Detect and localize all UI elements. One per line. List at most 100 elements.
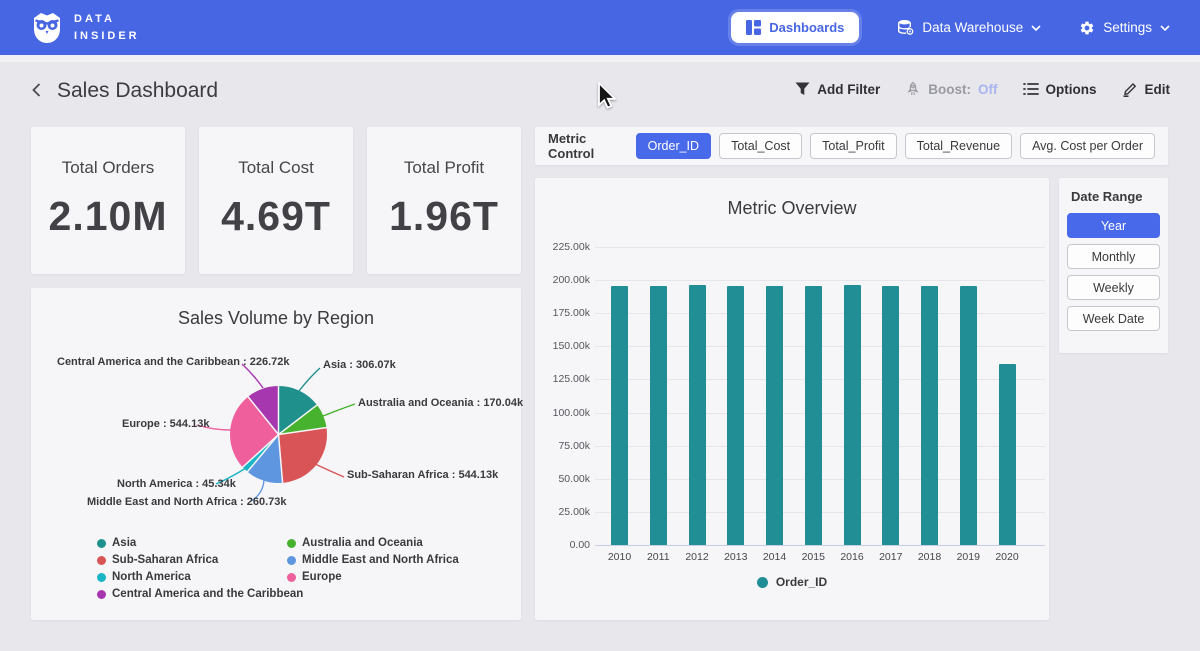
bar-2013[interactable] — [727, 286, 744, 545]
chevron-down-icon — [1160, 25, 1170, 31]
brand-line1: DATA — [74, 11, 140, 28]
date-range-week-date-button[interactable]: Week Date — [1067, 306, 1160, 331]
back-button[interactable] — [26, 80, 48, 102]
add-filter-button[interactable]: Add Filter — [795, 82, 880, 97]
bar-2012[interactable] — [689, 285, 706, 545]
x-axis-tick-label: 2014 — [755, 551, 795, 563]
legend-item-label: Australia and Oceania — [302, 537, 423, 549]
metric-option-avg-cost-per-order[interactable]: Avg. Cost per Order — [1020, 133, 1155, 159]
legend-dot — [757, 577, 768, 588]
boost-value: Off — [978, 82, 998, 97]
date-range-label: Date Range — [1071, 189, 1168, 204]
x-axis-tick-label: 2019 — [948, 551, 988, 563]
legend-item[interactable]: Middle East and North Africa — [287, 554, 459, 566]
navbar-menu: Dashboards Data Warehouse Settings — [731, 12, 1170, 43]
date-range-year-button[interactable]: Year — [1067, 213, 1160, 238]
y-axis-tick-label: 150.00k — [535, 340, 590, 352]
top-navbar: DATA INSIDER Dashboards Data Warehouse — [0, 0, 1200, 55]
edit-label: Edit — [1145, 82, 1171, 97]
x-axis-tick-label: 2016 — [832, 551, 872, 563]
bar-chart-title: Metric Overview — [535, 198, 1049, 219]
x-axis-tick-label: 2011 — [638, 551, 678, 563]
rocket-icon — [905, 81, 921, 97]
bar-2015[interactable] — [805, 286, 822, 545]
y-axis-tick-label: 75.00k — [535, 440, 590, 452]
list-options-icon — [1023, 82, 1039, 96]
metric-option-total-cost[interactable]: Total_Cost — [719, 133, 802, 159]
date-range-weekly-button[interactable]: Weekly — [1067, 275, 1160, 300]
pie-slice-label: Asia : 306.07k — [323, 359, 396, 371]
bar-2011[interactable] — [650, 286, 667, 545]
pie-chart-title: Sales Volume by Region — [31, 308, 521, 329]
bar-2019[interactable] — [960, 286, 977, 545]
date-range-monthly-button[interactable]: Monthly — [1067, 244, 1160, 269]
legend-item[interactable]: Central America and the Caribbean — [97, 588, 303, 600]
y-axis-tick-label: 25.00k — [535, 506, 590, 518]
bar-2018[interactable] — [921, 286, 938, 545]
legend-item-label: Asia — [112, 537, 136, 549]
legend-item[interactable]: Europe — [287, 571, 342, 583]
filter-funnel-icon — [795, 82, 810, 96]
chevron-left-icon — [29, 82, 45, 98]
y-axis-tick-label: 100.00k — [535, 407, 590, 419]
bar-chart-legend[interactable]: Order_ID — [535, 575, 1049, 589]
x-axis-tick-label: 2013 — [716, 551, 756, 563]
brand-line2: INSIDER — [74, 28, 140, 45]
legend-item-label: Sub-Saharan Africa — [112, 554, 218, 566]
legend-item-label: North America — [112, 571, 191, 583]
legend-item[interactable]: North America — [97, 571, 191, 583]
bar-2017[interactable] — [882, 286, 899, 545]
edit-button[interactable]: Edit — [1122, 81, 1171, 97]
gridline — [595, 545, 1045, 546]
nav-settings[interactable]: Settings — [1079, 20, 1170, 36]
options-button[interactable]: Options — [1023, 82, 1097, 97]
legend-item[interactable]: Sub-Saharan Africa — [97, 554, 218, 566]
options-label: Options — [1046, 82, 1097, 97]
x-axis-tick-label: 2018 — [910, 551, 950, 563]
legend-dot — [287, 573, 296, 582]
header-actions: Add Filter Boost: Off Options Edit — [795, 81, 1170, 97]
bar-2020[interactable] — [999, 364, 1016, 545]
brand: DATA INSIDER — [30, 11, 140, 45]
x-axis-tick-label: 2017 — [871, 551, 911, 563]
y-axis-tick-label: 125.00k — [535, 373, 590, 385]
pie-slice-label: Europe : 544.13k — [122, 418, 209, 430]
pie-slice-label: Sub-Saharan Africa : 544.13k — [347, 469, 498, 481]
pie-chart[interactable] — [230, 386, 327, 483]
y-axis-tick-label: 50.00k — [535, 473, 590, 485]
kpi-card-total-profit: Total Profit 1.96T — [367, 127, 521, 274]
kpi-card-total-cost: Total Cost 4.69T — [199, 127, 353, 274]
legend-item-label: Middle East and North Africa — [302, 554, 459, 566]
kpi-card-total-orders: Total Orders 2.10M — [31, 127, 185, 274]
pie-slice-label: Central America and the Caribbean : 226.… — [57, 356, 290, 368]
database-icon — [897, 19, 914, 36]
legend-item-label: Europe — [302, 571, 342, 583]
metric-control-bar: Metric Control Order_ID Total_Cost Total… — [535, 127, 1168, 165]
gridline — [595, 247, 1045, 248]
legend-item[interactable]: Australia and Oceania — [287, 537, 423, 549]
boost-label: Boost: — [928, 82, 971, 97]
pie-slice-label: Middle East and North Africa : 260.73k — [87, 496, 286, 508]
metric-option-total-revenue[interactable]: Total_Revenue — [905, 133, 1012, 159]
add-filter-label: Add Filter — [817, 82, 880, 97]
bar-2014[interactable] — [766, 286, 783, 545]
nav-dashboards-label: Dashboards — [769, 20, 844, 35]
legend-item[interactable]: Asia — [97, 537, 136, 549]
metric-control-label: Metric Control — [548, 131, 620, 161]
bar-2016[interactable] — [844, 285, 861, 545]
owl-logo-icon — [30, 11, 64, 45]
header-divider — [0, 55, 1200, 62]
dashboard-grid-icon — [746, 20, 761, 35]
pie-chart-card: Sales Volume by Region Asia : 306.07k Aus… — [31, 288, 521, 620]
kpi-value: 4.69T — [199, 193, 353, 240]
boost-toggle[interactable]: Boost: Off — [905, 81, 997, 97]
nav-dashboards-button[interactable]: Dashboards — [731, 12, 859, 43]
kpi-value: 1.96T — [367, 193, 521, 240]
metric-option-order-id[interactable]: Order_ID — [636, 133, 711, 159]
legend-dot — [97, 556, 106, 565]
nav-settings-label: Settings — [1103, 20, 1152, 35]
y-axis-tick-label: 200.00k — [535, 274, 590, 286]
nav-data-warehouse[interactable]: Data Warehouse — [897, 19, 1041, 36]
bar-2010[interactable] — [611, 286, 628, 545]
metric-option-total-profit[interactable]: Total_Profit — [810, 133, 897, 159]
